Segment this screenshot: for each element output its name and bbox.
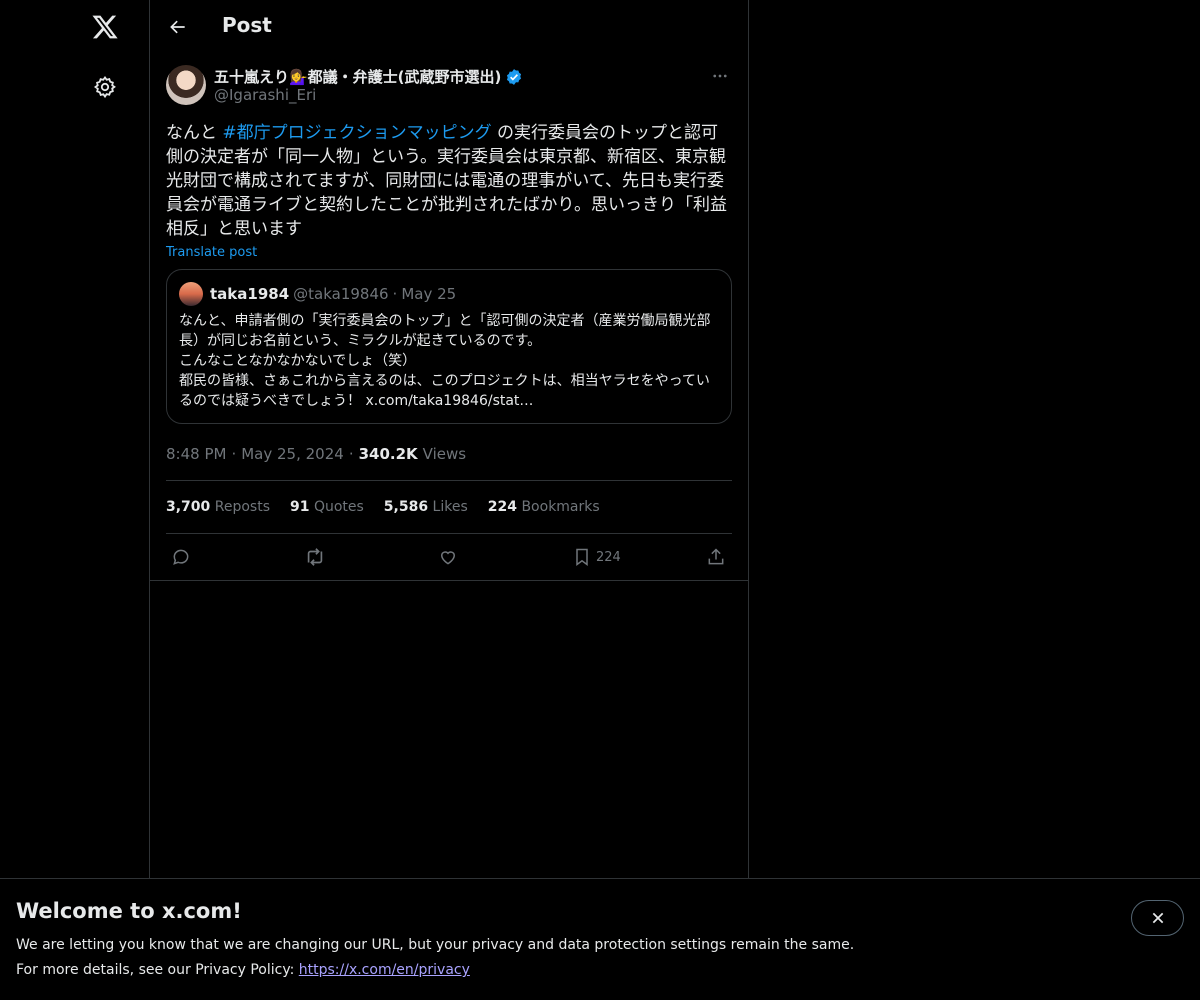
arrow-left-icon xyxy=(170,20,185,34)
page-title: Post xyxy=(222,13,272,37)
welcome-banner: Welcome to x.com! We are letting you kno… xyxy=(0,878,1200,1000)
left-navigation xyxy=(0,0,150,1000)
like-button[interactable] xyxy=(438,545,458,569)
banner-title: Welcome to x.com! xyxy=(16,899,242,923)
banner-message: We are letting you know that we are chan… xyxy=(16,937,855,953)
close-banner-button[interactable] xyxy=(1131,900,1184,936)
quoted-post-header: taka1984 @taka19846 · May 25 xyxy=(179,282,719,306)
views-label: Views xyxy=(422,445,467,463)
post-time[interactable]: 8:48 PM xyxy=(166,445,226,463)
author-name-link[interactable]: 五十嵐えり💁‍♀️都議・弁護士(武蔵野市選出) xyxy=(214,66,523,87)
post-column: Post 五十嵐えり💁‍♀️都議・弁護士(武蔵野市選出) @Igarashi_E… xyxy=(150,0,749,1000)
reposts-label: Reposts xyxy=(214,499,270,515)
quotes-stat[interactable]: 91 Quotes xyxy=(290,499,364,515)
more-button[interactable] xyxy=(708,64,732,88)
repost-button[interactable] xyxy=(304,545,326,569)
separator-dot: · xyxy=(231,445,237,463)
more-horizontal-icon xyxy=(713,74,727,78)
privacy-policy-link[interactable]: https://x.com/en/privacy xyxy=(299,962,470,978)
engagement-stats: 3,700 Reposts 91 Quotes 5,586 Likes 224 … xyxy=(166,480,732,534)
bookmark-icon xyxy=(576,548,588,566)
likes-label: Likes xyxy=(432,499,468,515)
heart-icon xyxy=(440,551,456,565)
banner-privacy-note: For more details, see our Privacy Policy… xyxy=(16,962,470,978)
likes-stat[interactable]: 5,586 Likes xyxy=(384,499,468,515)
home-logo-link[interactable] xyxy=(80,2,130,52)
views-count: 340.2K xyxy=(358,445,418,463)
bookmarks-stat[interactable]: 224 Bookmarks xyxy=(488,499,600,515)
separator-dot: · xyxy=(348,445,354,463)
post-header: Post xyxy=(150,0,748,53)
quoted-avatar xyxy=(179,282,203,306)
reposts-count: 3,700 xyxy=(166,499,211,515)
app: Post 五十嵐えり💁‍♀️都議・弁護士(武蔵野市選出) @Igarashi_E… xyxy=(0,0,1200,1000)
quotes-count: 91 xyxy=(290,499,310,515)
quoted-post[interactable]: taka1984 @taka19846 · May 25 なんと、申請者側の「実… xyxy=(166,269,732,424)
close-icon xyxy=(1152,912,1163,924)
bookmarks-label: Bookmarks xyxy=(521,499,600,515)
back-button[interactable] xyxy=(160,9,196,45)
hashtag-link[interactable]: #都庁プロジェクションマッピング xyxy=(222,123,491,143)
avatar[interactable] xyxy=(166,65,206,105)
likes-count: 5,586 xyxy=(383,499,429,515)
post: 五十嵐えり💁‍♀️都議・弁護士(武蔵野市選出) @Igarashi_Eri なん… xyxy=(150,64,748,581)
reply-button[interactable] xyxy=(171,545,191,569)
post-text-before: なんと xyxy=(166,123,223,143)
post-date[interactable]: May 25, 2024 xyxy=(241,445,344,463)
share-button[interactable] xyxy=(706,545,726,569)
quotes-label: Quotes xyxy=(313,499,364,515)
quoted-author-handle: @taka19846 xyxy=(293,285,389,303)
verified-badge-icon xyxy=(505,68,523,86)
separator-dot: · xyxy=(392,285,398,303)
quoted-author-name: taka1984 xyxy=(210,285,290,303)
post-text: なんと #都庁プロジェクションマッピング の実行委員会のトップと認可側の決定者が… xyxy=(166,121,732,241)
bookmarks-count: 224 xyxy=(487,499,517,515)
banner-privacy-prefix: For more details, see our Privacy Policy… xyxy=(16,962,299,978)
author-handle[interactable]: @Igarashi_Eri xyxy=(214,86,316,104)
share-icon xyxy=(708,548,724,565)
bookmark-button[interactable]: 224 xyxy=(572,545,621,569)
translate-post-button[interactable]: Translate post xyxy=(166,245,257,260)
post-author: 五十嵐えり💁‍♀️都議・弁護士(武蔵野市選出) @Igarashi_Eri xyxy=(166,64,732,108)
bookmark-count: 224 xyxy=(596,549,621,565)
post-meta: 8:48 PM · May 25, 2024 · 340.2K Views xyxy=(166,443,732,465)
x-logo-icon xyxy=(92,15,118,39)
gear-icon xyxy=(93,75,116,99)
repost-icon xyxy=(307,548,323,566)
author-name: 五十嵐えり💁‍♀️都議・弁護士(武蔵野市選出) xyxy=(214,68,502,86)
settings-link[interactable] xyxy=(80,62,130,112)
post-actions: 224 xyxy=(150,534,748,581)
reply-icon xyxy=(173,549,189,565)
quoted-post-text: なんと、申請者側の「実行委員会のトップ」と「認可側の決定者（産業労働局観光部長）… xyxy=(179,313,711,409)
quoted-post-date: May 25 xyxy=(401,285,457,303)
reposts-stat[interactable]: 3,700 Reposts xyxy=(166,499,270,515)
